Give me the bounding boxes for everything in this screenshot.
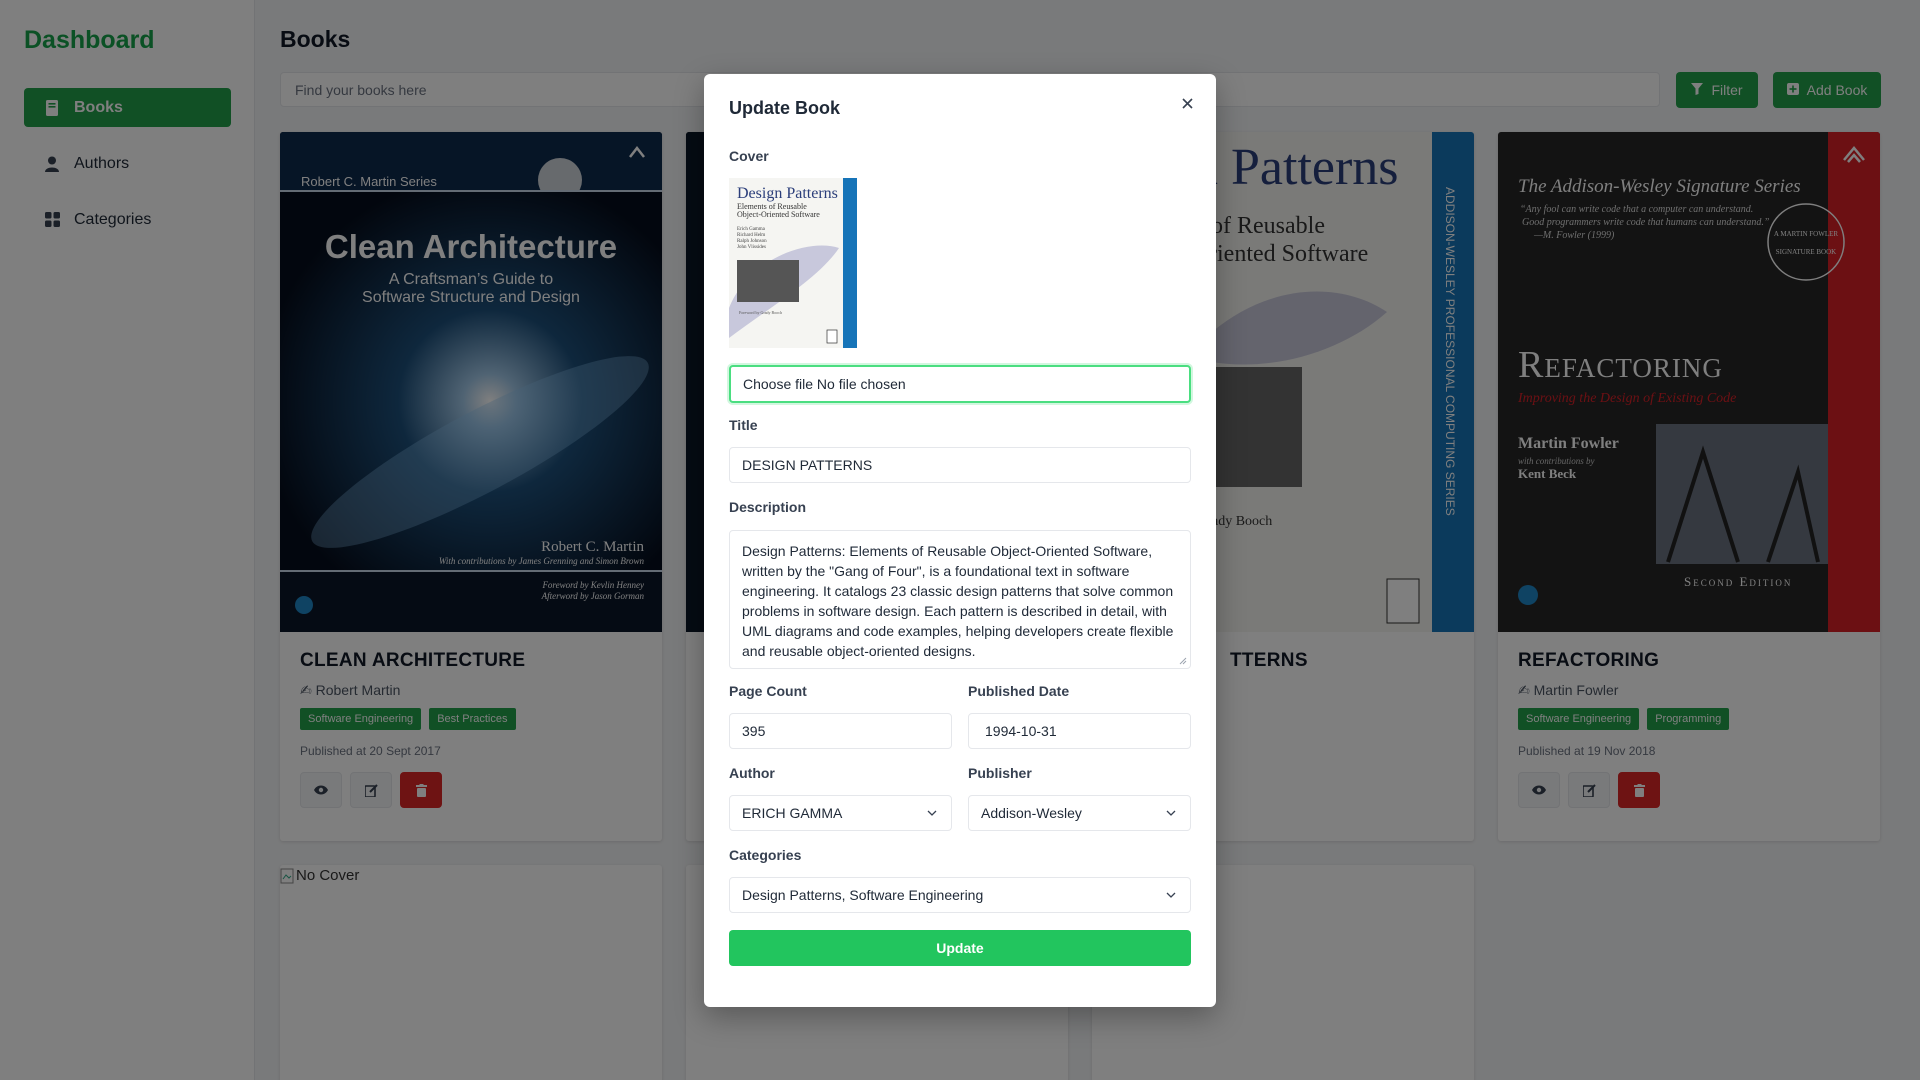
publisher-select-value: Addison-Wesley [981,805,1082,821]
author-select[interactable]: ERICH GAMMA [729,795,952,831]
categories-select-value: Design Patterns, Software Engineering [742,887,984,903]
update-book-modal: Update Book Cover Design Patterns Elemen… [704,74,1216,1007]
chevron-down-icon [1166,892,1176,898]
author-select-value: ERICH GAMMA [742,805,843,821]
thumb-author-3: Ralph Johnson [737,239,767,244]
chevron-down-icon [1166,810,1176,816]
publisher-label: Publisher [968,765,1032,781]
published-date-input[interactable]: 1994-10-31 [968,713,1191,749]
thumb-author-1: Erich Gamma [737,227,766,232]
page-count-input[interactable]: 395 [729,713,952,749]
thumb-foreword: Foreword by Grady Booch [739,310,782,315]
thumb-author-4: John Vlissides [737,245,766,250]
title-input[interactable]: DESIGN PATTERNS [729,447,1191,483]
title-label: Title [729,417,758,433]
page-count-label: Page Count [729,683,807,699]
cover-file-input[interactable]: Choose file No file chosen [729,365,1191,403]
close-button[interactable] [1176,92,1198,114]
description-textarea[interactable]: Design Patterns: Elements of Reusable Ob… [729,530,1191,669]
close-icon [1181,97,1193,109]
resize-handle-icon[interactable] [1179,657,1187,665]
cover-label: Cover [729,148,769,164]
update-button[interactable]: Update [729,930,1191,966]
description-label: Description [729,499,807,515]
thumb-author-2: Richard Helm [737,233,765,238]
publisher-select[interactable]: Addison-Wesley [968,795,1191,831]
author-label: Author [729,765,775,781]
thumb-title: Design Patterns [737,185,838,202]
categories-select[interactable]: Design Patterns, Software Engineering [729,877,1191,913]
published-date-label: Published Date [968,683,1070,699]
categories-label: Categories [729,847,802,863]
thumb-sub-2: Object-Oriented Software [737,210,820,219]
chevron-down-icon [927,810,937,816]
cover-preview-image: Design Patterns Elements of Reusable Obj… [729,178,857,348]
modal-title: Update Book [729,98,841,118]
description-text: Design Patterns: Elements of Reusable Ob… [742,543,1174,659]
